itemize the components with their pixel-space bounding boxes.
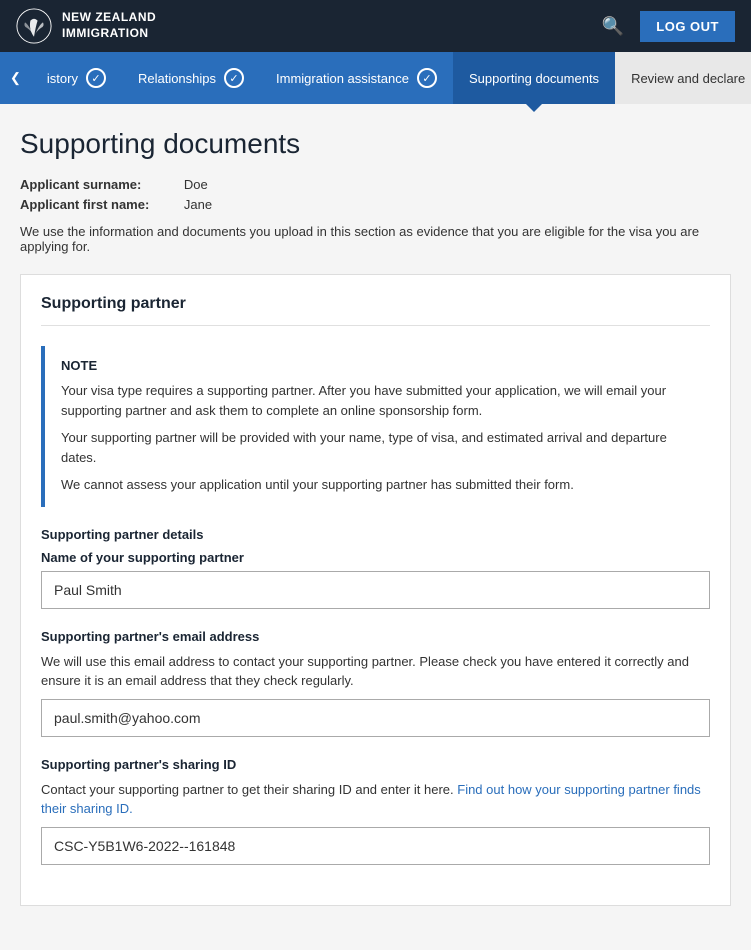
logo-text: NEW ZEALAND IMMIGRATION [62,10,156,41]
section-info-text: We use the information and documents you… [20,224,731,254]
search-button[interactable]: 🔍 [602,16,624,37]
search-icon: 🔍 [602,16,624,36]
firstname-label: Applicant first name: [20,197,180,212]
app-header: NEW ZEALAND IMMIGRATION 🔍 LOG OUT [0,0,751,52]
nav-tab-review[interactable]: Review and declare [615,52,751,104]
note-title: NOTE [61,358,694,373]
sharing-id-desc-text: Contact your supporting partner to get t… [41,782,457,797]
progress-nav: ❮ istory ✓ Relationships ✓ Immigration a… [0,52,751,104]
header-right: 🔍 LOG OUT [602,11,735,42]
card-title: Supporting partner [41,295,710,326]
partner-details-section-title: Supporting partner details [41,527,710,542]
nav-tab-relationships[interactable]: Relationships ✓ [122,52,260,104]
name-field-label: Name of your supporting partner [41,550,710,565]
sharing-id-input[interactable] [41,827,710,865]
history-tab-label: istory [47,71,78,86]
nav-tab-history[interactable]: istory ✓ [31,52,122,104]
email-section-title: Supporting partner's email address [41,629,710,644]
immigration-check-icon: ✓ [417,68,437,88]
note-para2: Your supporting partner will be provided… [61,428,694,467]
nav-tab-supporting-docs[interactable]: Supporting documents [453,52,615,104]
sharing-id-field-section: Supporting partner's sharing ID Contact … [41,757,710,881]
logo: NEW ZEALAND IMMIGRATION [16,8,156,44]
page-title: Supporting documents [20,128,731,160]
note-para3: We cannot assess your application until … [61,475,694,495]
firstname-value: Jane [184,197,212,212]
supporting-partner-card: Supporting partner NOTE Your visa type r… [20,274,731,906]
email-description: We will use this email address to contac… [41,652,710,691]
surname-label: Applicant surname: [20,177,180,192]
applicant-surname-row: Applicant surname: Doe [20,176,731,192]
nz-immigration-logo [16,8,52,44]
relationships-check-icon: ✓ [224,68,244,88]
email-field-section: Supporting partner's email address We wi… [41,629,710,753]
email-input[interactable] [41,699,710,737]
immigration-tab-label: Immigration assistance [276,71,409,86]
logout-button[interactable]: LOG OUT [640,11,735,42]
back-icon: ❮ [10,70,21,86]
nav-tab-immigration[interactable]: Immigration assistance ✓ [260,52,453,104]
applicant-firstname-row: Applicant first name: Jane [20,196,731,212]
history-check-icon: ✓ [86,68,106,88]
relationships-tab-label: Relationships [138,71,216,86]
sharing-id-description: Contact your supporting partner to get t… [41,780,710,819]
name-field-section: Name of your supporting partner [41,550,710,625]
main-content: Supporting documents Applicant surname: … [0,104,751,950]
review-tab-label: Review and declare [631,71,745,86]
sharing-id-section-title: Supporting partner's sharing ID [41,757,710,772]
supporting-tab-label: Supporting documents [469,71,599,86]
nav-back-arrow[interactable]: ❮ [0,52,31,104]
surname-value: Doe [184,177,208,192]
note-para1: Your visa type requires a supporting par… [61,381,694,420]
name-input[interactable] [41,571,710,609]
note-box: NOTE Your visa type requires a supportin… [41,346,710,507]
